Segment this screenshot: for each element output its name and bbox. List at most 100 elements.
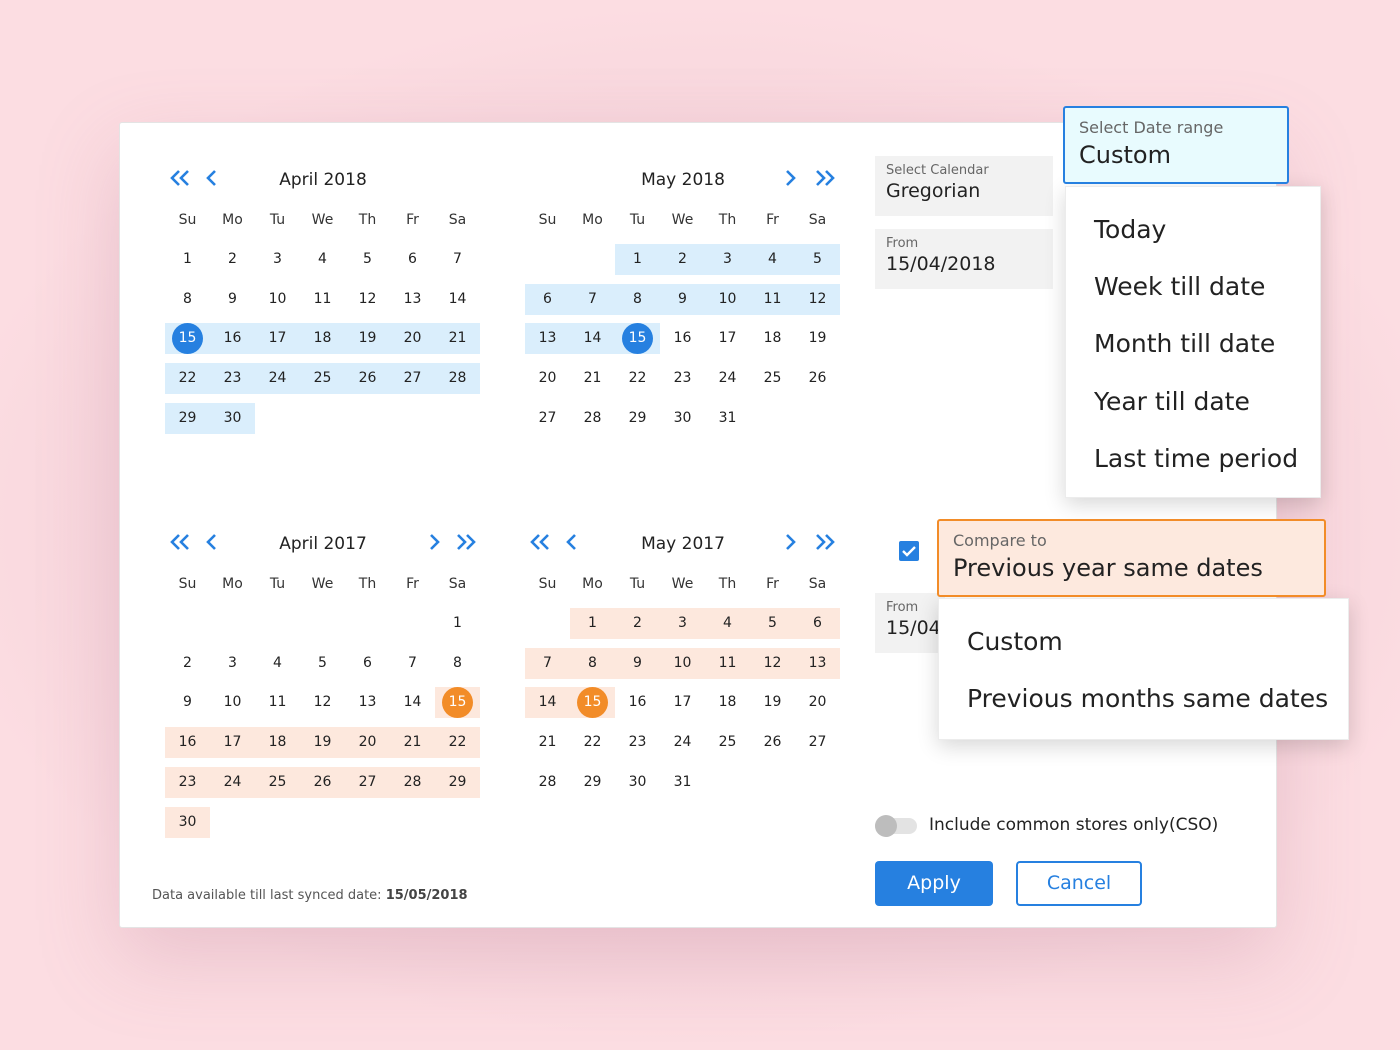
calendar-day[interactable]: 11	[300, 284, 345, 315]
calendar-day[interactable]: 20	[525, 363, 570, 394]
calendar-day[interactable]: 25	[750, 363, 795, 394]
cso-toggle[interactable]	[875, 815, 917, 837]
calendar-day[interactable]: 1	[435, 608, 480, 639]
calendar-day[interactable]: 30	[660, 403, 705, 434]
calendar-day[interactable]: 16	[165, 727, 210, 759]
calendar-day[interactable]: 9	[660, 283, 705, 315]
calendar-day[interactable]: 10	[255, 284, 300, 315]
selected-day[interactable]: 15	[165, 323, 210, 355]
select-calendar-field[interactable]: Select Calendar Gregorian	[875, 156, 1053, 216]
calendar-day[interactable]: 1	[165, 244, 210, 275]
calendar-day[interactable]: 24	[210, 766, 255, 798]
calendar-day[interactable]: 10	[210, 687, 255, 718]
calendar-day[interactable]: 20	[390, 323, 435, 355]
calendar-day[interactable]: 13	[345, 687, 390, 718]
calendar-day[interactable]: 25	[705, 727, 750, 758]
calendar-day[interactable]: 26	[750, 727, 795, 758]
calendar-day[interactable]: 28	[390, 766, 435, 798]
calendar-day[interactable]: 9	[210, 284, 255, 315]
calendar-day[interactable]: 29	[570, 767, 615, 798]
calendar-day[interactable]: 30	[210, 402, 255, 434]
calendar-day[interactable]: 2	[165, 648, 210, 679]
calendar-day[interactable]: 19	[345, 323, 390, 355]
apply-button[interactable]: Apply	[875, 861, 993, 906]
calendar-day[interactable]: 4	[300, 244, 345, 275]
calendar-day[interactable]: 8	[165, 284, 210, 315]
calendar-day[interactable]: 21	[525, 727, 570, 758]
calendar-day[interactable]: 5	[795, 244, 840, 275]
calendar-day[interactable]: 26	[795, 363, 840, 394]
calendar-day[interactable]: 23	[660, 363, 705, 394]
calendar-day[interactable]: 11	[705, 647, 750, 679]
selected-day[interactable]: 15	[615, 323, 660, 355]
calendar-day[interactable]: 19	[750, 687, 795, 718]
calendar-day[interactable]: 22	[435, 727, 480, 759]
calendar-day[interactable]: 5	[300, 648, 345, 679]
calendar-day[interactable]: 31	[660, 767, 705, 798]
compare-option[interactable]: Previous months same dates	[967, 684, 1328, 713]
calendar-day[interactable]: 7	[570, 283, 615, 315]
date-range-option[interactable]: Week till date	[1094, 272, 1265, 301]
calendar-day[interactable]: 22	[570, 727, 615, 758]
selected-day[interactable]: 15	[570, 687, 615, 719]
calendar-day[interactable]: 12	[795, 283, 840, 315]
calendar-day[interactable]: 16	[615, 687, 660, 718]
calendar-day[interactable]: 21	[570, 363, 615, 394]
calendar-day[interactable]: 8	[435, 648, 480, 679]
calendar-day[interactable]: 22	[615, 363, 660, 394]
date-range-option[interactable]: Year till date	[1094, 387, 1250, 416]
calendar-day[interactable]: 18	[750, 323, 795, 354]
calendar-day[interactable]: 8	[570, 647, 615, 679]
calendar-day[interactable]: 19	[300, 727, 345, 759]
calendar-day[interactable]: 6	[795, 608, 840, 639]
calendar-day[interactable]: 1	[615, 244, 660, 275]
calendar-day[interactable]: 7	[390, 648, 435, 679]
calendar-day[interactable]: 24	[705, 363, 750, 394]
calendar-day[interactable]: 24	[255, 363, 300, 395]
calendar-day[interactable]: 29	[435, 766, 480, 798]
calendar-day[interactable]: 1	[570, 608, 615, 639]
calendar-day[interactable]: 25	[300, 363, 345, 395]
calendar-day[interactable]: 21	[435, 323, 480, 355]
calendar-day[interactable]: 30	[615, 767, 660, 798]
date-range-option[interactable]: Last time period	[1094, 444, 1298, 473]
calendar-day[interactable]: 12	[300, 687, 345, 718]
calendar-day[interactable]: 28	[525, 767, 570, 798]
calendar-day[interactable]: 3	[660, 608, 705, 639]
calendar-day[interactable]: 23	[615, 727, 660, 758]
calendar-day[interactable]: 22	[165, 363, 210, 395]
chevron-right-icon[interactable]	[427, 532, 441, 552]
calendar-day[interactable]: 10	[705, 283, 750, 315]
calendar-day[interactable]: 10	[660, 647, 705, 679]
cancel-button[interactable]: Cancel	[1016, 861, 1142, 906]
calendar-day[interactable]: 5	[750, 608, 795, 639]
calendar-day[interactable]: 17	[255, 323, 300, 355]
calendar-day[interactable]: 28	[570, 403, 615, 434]
calendar-day[interactable]: 4	[705, 608, 750, 639]
selected-day[interactable]: 15	[435, 687, 480, 719]
calendar-day[interactable]: 18	[300, 323, 345, 355]
compare-from-date-field[interactable]: From 15/04	[875, 593, 945, 653]
calendar-day[interactable]: 20	[345, 727, 390, 759]
calendar-day[interactable]: 23	[210, 363, 255, 395]
calendar-day[interactable]: 31	[705, 403, 750, 434]
calendar-day[interactable]: 12	[750, 647, 795, 679]
calendar-day[interactable]: 6	[525, 283, 570, 315]
calendar-day[interactable]: 25	[255, 766, 300, 798]
double-chevron-right-icon[interactable]	[814, 532, 836, 552]
date-range-option[interactable]: Month till date	[1094, 329, 1275, 358]
calendar-day[interactable]: 24	[660, 727, 705, 758]
date-range-option[interactable]: Today	[1094, 215, 1166, 244]
calendar-day[interactable]: 17	[705, 323, 750, 354]
calendar-day[interactable]: 29	[615, 403, 660, 434]
calendar-day[interactable]: 21	[390, 727, 435, 759]
calendar-day[interactable]: 2	[210, 244, 255, 275]
calendar-day[interactable]: 14	[435, 284, 480, 315]
calendar-day[interactable]: 14	[570, 323, 615, 355]
calendar-day[interactable]: 14	[525, 687, 570, 719]
calendar-day[interactable]: 13	[795, 647, 840, 679]
calendar-day[interactable]: 9	[165, 687, 210, 718]
calendar-day[interactable]: 5	[345, 244, 390, 275]
calendar-day[interactable]: 27	[345, 766, 390, 798]
compare-select[interactable]: Compare to Previous year same dates	[937, 519, 1326, 597]
